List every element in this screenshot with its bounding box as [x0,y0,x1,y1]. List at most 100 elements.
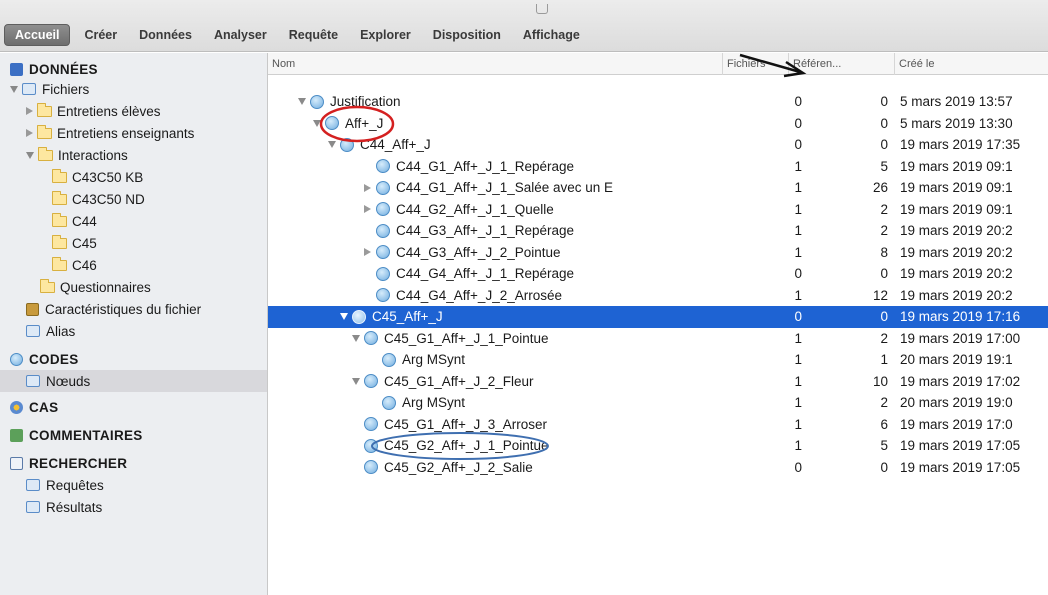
sidebar-item-caracteristiques[interactable]: Caractéristiques du fichier [26,298,201,320]
table-row[interactable]: C44_G2_Aff+_J_1_Quelle 1 2 19 mars 2019 … [268,199,1048,221]
sidebar-item-requetes[interactable]: Requêtes [26,474,104,496]
sidebar-section-cas[interactable]: CAS [10,396,58,418]
sidebar-section-codes[interactable]: CODES [10,348,79,370]
sidebar-item-label: Caractéristiques du fichier [45,301,202,317]
sidebar-item-resultats[interactable]: Résultats [26,496,102,518]
sidebar-section-commentaires[interactable]: COMMENTAIRES [10,424,143,446]
tab-creer[interactable]: Créer [76,25,125,45]
disclosure-open-icon[interactable] [340,313,348,321]
node-icon [340,137,354,152]
node-icon [352,309,366,324]
references-count: 0 [880,94,888,109]
table-row[interactable]: C44_G1_Aff+_J_1_Repérage 1 5 19 mars 201… [268,156,1048,178]
column-header-references[interactable]: Référen... [788,53,894,75]
table-row[interactable]: C45_G2_Aff+_J_1_Pointue 1 5 19 mars 2019… [268,435,1048,457]
disclosure-open-icon[interactable] [328,141,336,149]
files-count: 1 [794,330,802,346]
sidebar-section-label: COMMENTAIRES [29,427,143,443]
sidebar-item-questionnaires[interactable]: Questionnaires [40,276,151,298]
column-header-cree-le[interactable]: Créé le [894,53,1048,75]
table-row[interactable]: C45_G1_Aff+_J_3_Arroser 1 6 19 mars 2019… [268,414,1048,436]
sidebar-item-folder[interactable]: C46 [52,254,97,276]
files-count: 0 [794,266,802,281]
disclosure-closed-icon[interactable] [364,248,371,257]
disclosure-open-icon[interactable] [10,85,18,93]
disclosure-open-icon[interactable] [313,119,321,127]
sidebar-section-label: CAS [29,399,59,415]
sidebar-item-folder[interactable]: C43C50 KB [52,166,143,188]
sidebar-item-fichiers[interactable]: Fichiers [10,78,89,100]
sidebar-section-donnees[interactable]: DONNÉES [10,58,98,80]
folder-icon [52,234,67,249]
tab-accueil[interactable]: Accueil [4,24,71,46]
table-row[interactable]: Arg MSynt 1 2 20 mars 2019 19:0 [268,392,1048,414]
table-row[interactable]: Justification 0 0 5 mars 2019 13:57 [268,91,1048,113]
sidebar-section-rechercher[interactable]: RECHERCHER [10,452,127,474]
disclosure-closed-icon[interactable] [26,129,33,137]
node-icon [376,180,390,195]
disclosure-open-icon[interactable] [352,377,360,385]
disclosure-open-icon[interactable] [352,334,360,342]
disclosure-closed-icon[interactable] [364,183,371,192]
disclosure-closed-icon[interactable] [26,107,33,115]
tab-explorer[interactable]: Explorer [352,25,419,45]
files-count: 0 [794,94,802,109]
sidebar-item-entretiens-eleves[interactable]: Entretiens élèves [26,100,161,122]
data-section-icon [10,62,23,76]
sidebar-item-noeuds[interactable]: Nœuds [0,370,267,392]
sidebar-item-entretiens-enseignants[interactable]: Entretiens enseignants [26,122,194,144]
node-name: C44_G2_Aff+_J_1_Quelle [396,201,554,217]
node-name: C45_Aff+_J [372,309,443,325]
node-icon [376,288,390,303]
table-row[interactable]: C44_G4_Aff+_J_1_Repérage 0 0 19 mars 201… [268,263,1048,285]
table-row[interactable]: C44_G1_Aff+_J_1_Salée avec un E 1 26 19 … [268,177,1048,199]
results-icon [26,501,40,513]
node-icon [382,352,396,367]
node-icon [376,245,390,260]
table-row[interactable]: Aff+_J 0 0 5 mars 2019 13:30 [268,113,1048,135]
node-name-cell: C44_G4_Aff+_J_1_Repérage [376,263,574,285]
table-row[interactable]: C45_G2_Aff+_J_2_Salie 0 0 19 mars 2019 1… [268,457,1048,479]
disclosure-open-icon[interactable] [298,98,306,106]
search-section-icon [10,456,23,470]
table-row[interactable]: C44_G3_Aff+_J_1_Repérage 1 2 19 mars 201… [268,220,1048,242]
column-header-fichiers[interactable]: Fichiers [722,53,788,75]
node-name: C44_G1_Aff+_J_1_Salée avec un E [396,180,614,196]
created-date: 19 mars 2019 20:2 [900,266,1013,281]
table-row[interactable]: Arg MSynt 1 1 20 mars 2019 19:1 [268,349,1048,371]
disclosure-closed-icon[interactable] [364,205,371,214]
tab-affichage[interactable]: Affichage [515,25,588,45]
sidebar-item-interactions[interactable]: Interactions [26,144,128,166]
table-row-selected[interactable]: C45_Aff+_J 0 0 19 mars 2019 17:16 [268,306,1048,328]
node-name: C44_Aff+_J [360,137,431,153]
table-row[interactable]: C44_G3_Aff+_J_2_Pointue 1 8 19 mars 2019… [268,242,1048,264]
created-date: 19 mars 2019 17:00 [900,330,1021,346]
tab-donnees[interactable]: Données [131,25,200,45]
table-row[interactable]: C45_G1_Aff+_J_2_Fleur 1 10 19 mars 2019 … [268,371,1048,393]
references-count: 5 [880,438,888,453]
references-count: 5 [880,158,888,174]
files-icon [22,83,36,95]
sidebar-item-label: Entretiens enseignants [57,125,195,141]
references-count: 0 [880,266,888,281]
created-date: 5 mars 2019 13:57 [900,94,1013,109]
disclosure-open-icon[interactable] [26,151,34,159]
sidebar-item-alias[interactable]: Alias [26,320,75,342]
node-name-cell: Justification [298,91,401,113]
tab-analyser[interactable]: Analyser [206,25,275,45]
table-row[interactable]: C44_Aff+_J 0 0 19 mars 2019 17:35 [268,134,1048,156]
table-row[interactable]: C44_G4_Aff+_J_2_Arrosée 1 12 19 mars 201… [268,285,1048,307]
created-date: 19 mars 2019 17:02 [900,373,1021,389]
sidebar-item-folder[interactable]: C43C50 ND [52,188,145,210]
sidebar-item-label: Nœuds [46,373,91,389]
sidebar-item-folder[interactable]: C44 [52,210,97,232]
sidebar-item-folder[interactable]: C45 [52,232,97,254]
column-header-nom[interactable]: Nom [268,53,722,75]
node-name-cell: C45_G1_Aff+_J_1_Pointue [352,328,549,350]
sidebar-item-label: Interactions [58,147,128,163]
tab-disposition[interactable]: Disposition [425,25,509,45]
node-name-cell: C44_G2_Aff+_J_1_Quelle [364,199,554,221]
references-count: 0 [880,459,888,475]
tab-requete[interactable]: Requête [281,25,346,45]
table-row[interactable]: C45_G1_Aff+_J_1_Pointue 1 2 19 mars 2019… [268,328,1048,350]
